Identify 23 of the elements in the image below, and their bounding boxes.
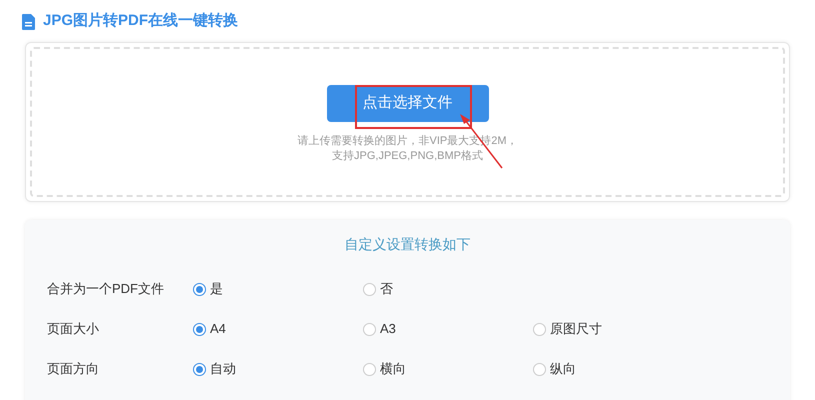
setting-label: 页面大小 — [47, 320, 100, 338]
radio-button[interactable] — [193, 322, 206, 336]
radio-button[interactable] — [533, 362, 546, 376]
radio-button[interactable] — [193, 362, 206, 376]
radio-option[interactable]: 自动 — [193, 359, 363, 379]
radio-button[interactable] — [363, 362, 376, 376]
radio-button[interactable] — [193, 282, 206, 296]
radio-button[interactable] — [363, 322, 376, 336]
page-title: JPG图片转PDF在线一键转换 — [43, 11, 238, 32]
radio-button[interactable] — [363, 282, 376, 296]
upload-hint: 支持JPG,JPEG,PNG,BMP格式 — [332, 149, 483, 164]
radio-button[interactable] — [533, 322, 546, 336]
document-icon — [22, 14, 35, 30]
radio-option[interactable]: 否 — [363, 279, 533, 299]
radio-option[interactable]: 横向 — [363, 359, 533, 379]
radio-option[interactable]: 纵向 — [533, 359, 703, 379]
setting-label: 页面方向 — [47, 360, 100, 378]
radio-option[interactable]: A4 — [193, 319, 363, 339]
radio-option[interactable]: 是 — [193, 279, 363, 299]
setting-label: 合并为一个PDF文件 — [47, 280, 165, 298]
settings-heading: 自定义设置转换如下 — [344, 235, 470, 254]
radio-option[interactable]: 原图尺寸 — [533, 319, 703, 339]
radio-option[interactable]: A3 — [363, 319, 533, 339]
